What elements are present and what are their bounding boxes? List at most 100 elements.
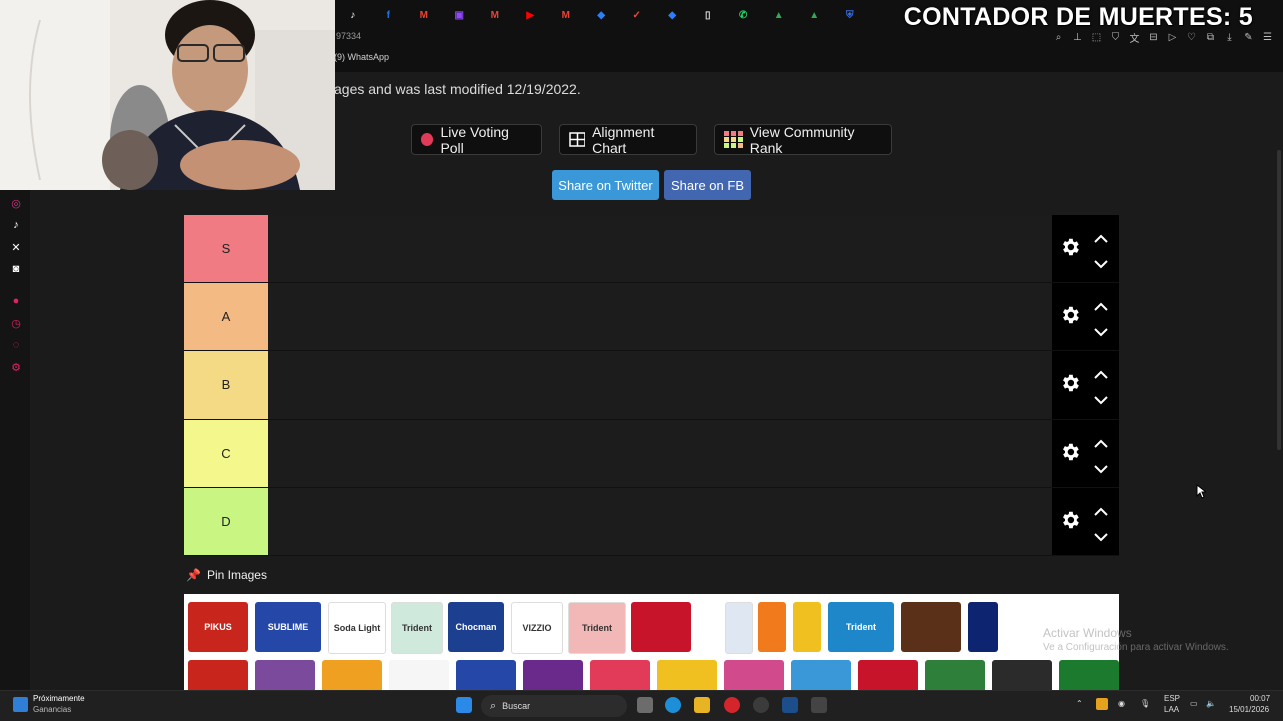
tier-drop-zone[interactable] [268,419,1052,487]
start-icon[interactable] [456,697,472,713]
pool-item[interactable] [1059,660,1119,690]
pool-item[interactable] [901,602,961,652]
tab-facebook-icon[interactable]: f [371,4,407,26]
translate-icon[interactable]: 文 [1127,30,1142,45]
crop-icon[interactable]: ⬚ [1089,30,1104,44]
tray-app-icon[interactable] [1096,698,1108,710]
reader-icon[interactable]: ⊟ [1146,30,1161,44]
app-icon-2[interactable] [811,697,827,713]
opera-icon[interactable] [724,697,740,713]
tier-settings-gear-icon[interactable] [1059,509,1081,531]
settings-icon[interactable]: ⚙ [8,360,24,374]
pool-item[interactable]: Soda Light [328,602,386,654]
move-down-chevron-icon[interactable] [1093,461,1109,473]
pool-item[interactable] [590,660,650,690]
tab-youtube-icon[interactable]: ▶ [513,4,549,26]
share-fb-button[interactable]: Share on FB [664,170,751,200]
task-view-icon[interactable] [637,697,653,713]
clock-time[interactable]: 00:07 [1250,694,1270,703]
tier-label[interactable]: D [184,487,268,555]
pool-item[interactable] [631,602,691,652]
volume-icon[interactable]: 🔈 [1206,699,1216,708]
tab-shield-icon[interactable]: ⛨ [832,4,868,26]
microphone-icon[interactable]: 🎙 [1140,699,1150,708]
pool-item[interactable] [858,660,918,690]
pool-item[interactable] [925,660,985,690]
tab-whatsapp-icon[interactable]: ✆ [726,4,762,26]
tab-gmail-icon[interactable]: M [406,4,442,26]
tier-settings-gear-icon[interactable] [1059,441,1081,463]
tier-label[interactable]: C [184,419,268,487]
pool-item[interactable] [791,660,851,690]
alignment-chart-button[interactable]: Alignment Chart [559,124,697,156]
pin-icon[interactable]: ⊥ [1070,30,1085,44]
chat-icon[interactable]: ◌ [8,338,24,352]
move-down-chevron-icon[interactable] [1093,529,1109,542]
tray-chevron-icon[interactable]: ⌃ [1076,699,1083,708]
taskbar-search[interactable]: ⌕ Buscar [481,695,627,717]
bookmark-whatsapp[interactable]: (9) WhatsApp [334,52,389,62]
tier-drop-zone[interactable] [268,487,1052,555]
pool-item[interactable]: PIKUS [188,602,248,652]
app-icon[interactable]: ● [8,294,24,308]
x-icon[interactable]: ✕ [8,240,24,254]
tab-check-icon[interactable]: ✓ [619,4,655,26]
tier-settings-gear-icon[interactable] [1059,304,1081,326]
pool-item[interactable] [389,660,449,690]
network-icon[interactable]: ▭ [1190,699,1198,708]
tab-drive-icon[interactable]: ▲ [761,4,797,26]
edge-icon[interactable] [665,697,681,713]
share-twitter-button[interactable]: Share on Twitter [552,170,659,200]
tier-drop-zone[interactable] [268,215,1052,283]
pool-item[interactable]: VIZZIO [511,602,563,654]
tier-drop-zone[interactable] [268,351,1052,419]
pool-item[interactable] [992,660,1052,690]
pool-item[interactable] [255,660,315,690]
pool-item[interactable] [968,602,998,652]
pool-item[interactable] [657,660,717,690]
menu-icon[interactable]: ☰ [1260,30,1275,44]
widget-title[interactable]: Próximamente [33,694,85,703]
tier-label[interactable]: B [184,351,268,419]
move-up-chevron-icon[interactable] [1093,231,1109,243]
pool-item[interactable] [724,660,784,690]
view-community-rank-button[interactable]: View Community Rank [714,124,892,156]
extensions-icon[interactable]: ⧉ [1203,30,1218,44]
tab-drive-icon[interactable]: ▲ [797,4,833,26]
move-down-chevron-icon[interactable] [1093,256,1109,269]
tab-app-icon[interactable]: ◆ [655,4,691,26]
pool-item[interactable]: SUBLIME [255,602,321,652]
pool-item[interactable] [793,602,821,652]
move-up-chevron-icon[interactable] [1093,436,1109,448]
discord-icon[interactable]: ◙ [8,262,24,276]
app-settings-icon[interactable] [753,697,769,713]
tab-twitch-icon[interactable]: ▣ [442,4,478,26]
zoom-icon[interactable]: ⌕ [1051,30,1066,44]
pool-item[interactable] [725,602,753,654]
tier-settings-gear-icon[interactable] [1059,236,1081,258]
steam-icon[interactable] [782,697,798,713]
history-icon[interactable]: ◷ [8,316,24,330]
tier-settings-gear-icon[interactable] [1059,372,1081,394]
page-scrollbar[interactable] [1277,150,1281,450]
pin-images-toggle[interactable]: 📌 Pin Images [186,568,267,582]
ai-icon[interactable]: ✎ [1241,30,1256,44]
pool-item[interactable]: Trident [828,602,894,652]
tab-app-icon[interactable]: ◆ [584,4,620,26]
tab-tiktok-icon[interactable]: ♪ [335,4,371,26]
explorer-icon[interactable] [694,697,710,713]
instagram-icon[interactable]: ◎ [8,196,24,210]
move-up-chevron-icon[interactable] [1093,299,1109,311]
pool-item[interactable] [758,602,786,652]
tab-gmail-icon[interactable]: M [477,4,513,26]
tiktok-icon[interactable]: ♪ [8,218,24,232]
tier-drop-zone[interactable] [268,283,1052,351]
tab-gmail-icon[interactable]: M [548,4,584,26]
pool-item[interactable]: Trident [391,602,443,654]
tab-file-icon[interactable]: ▯ [690,4,726,26]
tier-label[interactable]: S [184,215,268,283]
live-voting-poll-button[interactable]: Live Voting Poll [411,124,542,156]
move-down-chevron-icon[interactable] [1093,392,1109,405]
pool-item[interactable] [523,660,583,690]
pool-item[interactable] [456,660,516,690]
